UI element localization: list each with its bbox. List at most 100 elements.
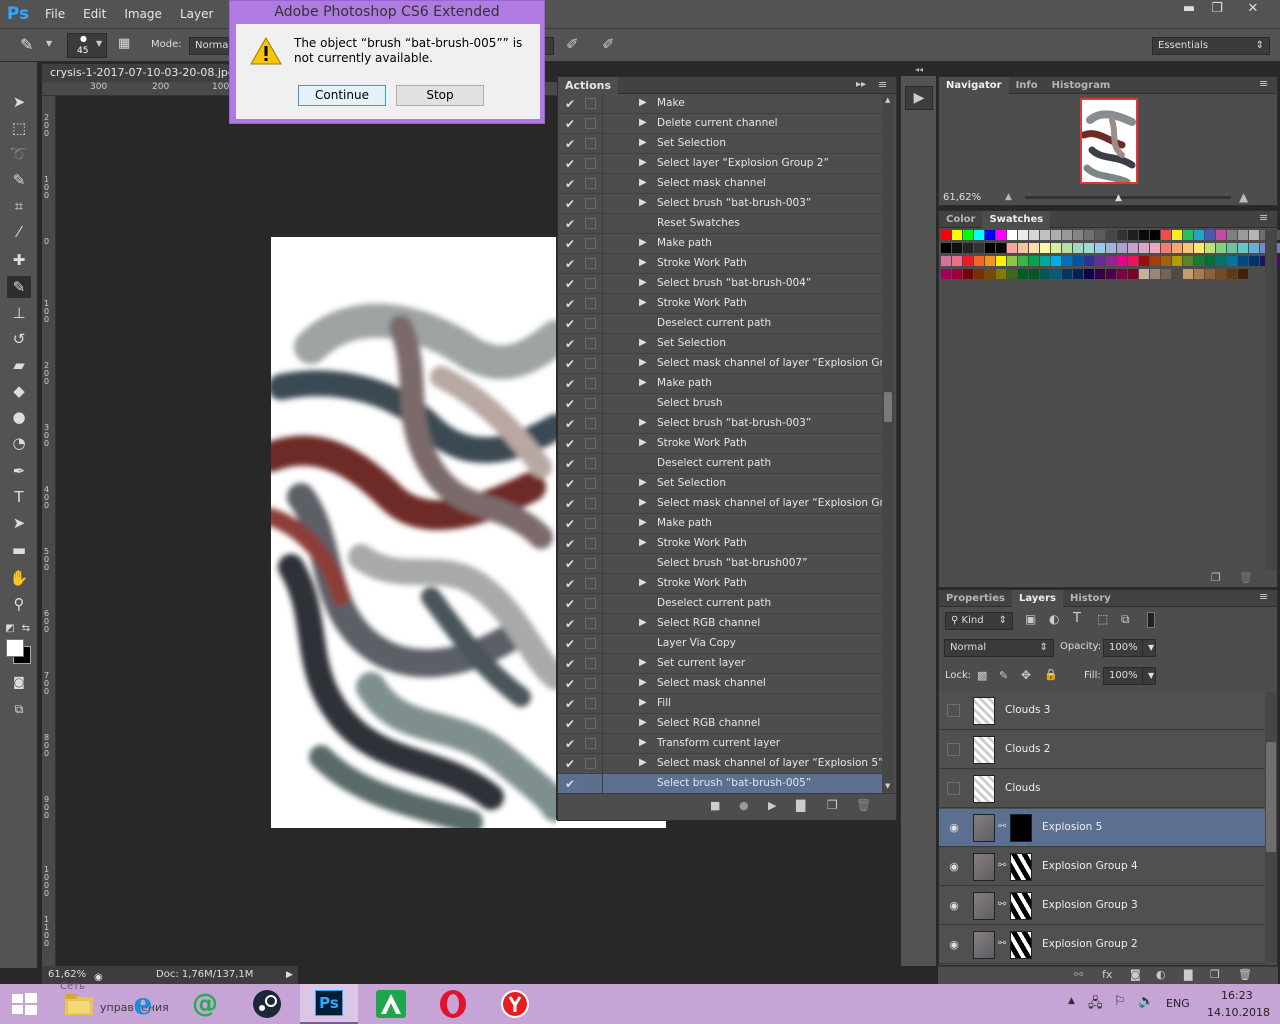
path-selection-tool-icon[interactable]: ➤ (7, 512, 31, 534)
lasso-tool-icon[interactable]: ➰ (7, 143, 31, 165)
language-indicator[interactable]: ENG (1166, 997, 1190, 1010)
expand-triangle-icon[interactable]: ▶ (639, 237, 647, 248)
toggle-item-checkmark-icon[interactable]: ✔ (565, 477, 575, 491)
color-swatch[interactable] (974, 230, 984, 240)
layer-thumbnail[interactable] (973, 697, 995, 725)
blur-tool-icon[interactable]: ● (7, 406, 31, 428)
action-center-flag-icon[interactable]: ⚐ (1114, 994, 1126, 1009)
color-swatch[interactable] (1238, 269, 1248, 279)
color-swatch[interactable] (1117, 256, 1127, 266)
toggle-item-checkmark-icon[interactable]: ✔ (565, 517, 575, 531)
color-swatch[interactable] (1227, 269, 1237, 279)
eye-icon[interactable]: ◉ (947, 899, 961, 912)
color-swatch[interactable] (1062, 256, 1072, 266)
navigator-preview[interactable] (1080, 98, 1138, 184)
steam-button[interactable] (238, 984, 296, 1024)
expand-triangle-icon[interactable]: ▶ (639, 517, 647, 528)
toggle-item-checkmark-icon[interactable]: ✔ (565, 377, 575, 391)
expand-triangle-icon[interactable]: ▶ (639, 137, 647, 148)
file-explorer-button[interactable] (50, 984, 108, 1024)
color-swatch[interactable] (974, 256, 984, 266)
add-mask-icon[interactable]: ◙ (1130, 968, 1141, 981)
color-swatch[interactable] (1106, 243, 1116, 253)
action-item[interactable]: ✔ ▶ Stroke Work Path (558, 254, 882, 274)
lock-all-icon[interactable]: 🔒 (1044, 668, 1058, 681)
eye-icon[interactable]: ◉ (947, 821, 961, 834)
visibility-toggle[interactable] (947, 704, 960, 717)
zoom-out-icon[interactable]: ▲ (1005, 192, 1012, 202)
toggle-item-checkmark-icon[interactable]: ✔ (565, 577, 575, 591)
dialog-toggle-checkbox[interactable] (585, 778, 596, 789)
healing-brush-tool-icon[interactable]: ✚ (7, 249, 31, 271)
color-swatch[interactable] (1040, 269, 1050, 279)
swap-colors-icon[interactable]: ⇆ (20, 618, 32, 640)
toggle-item-checkmark-icon[interactable]: ✔ (565, 637, 575, 651)
type-tool-icon[interactable]: T (7, 486, 31, 508)
action-item[interactable]: ✔ ▶ Select brush “bat-brush-003” (558, 194, 882, 214)
fill-dropdown-icon[interactable]: ▼ (1142, 667, 1156, 685)
color-swatch[interactable] (1216, 256, 1226, 266)
dialog-toggle-checkbox[interactable] (585, 598, 596, 609)
actions-scrollbar[interactable]: ▲ ▼ (882, 94, 894, 792)
action-item[interactable]: ✔ ▶ Select mask channel of layer “Explosio… (558, 494, 882, 514)
visibility-toggle[interactable] (947, 743, 960, 756)
visibility-toggle[interactable] (947, 782, 960, 795)
layer-thumbnail[interactable] (973, 814, 995, 842)
lock-position-icon[interactable]: ✥ (1021, 668, 1031, 682)
color-swatch[interactable] (941, 230, 951, 240)
color-swatch[interactable] (941, 256, 951, 266)
action-item[interactable]: ✔ Deselect current path (558, 594, 882, 614)
color-swatch[interactable] (1238, 230, 1248, 240)
color-swatch[interactable] (1194, 243, 1204, 253)
tool-preset-dropdown-icon[interactable]: ▼ (46, 39, 52, 48)
color-swatch[interactable] (974, 269, 984, 279)
lock-image-icon[interactable]: ✎ (999, 669, 1008, 682)
tab-color[interactable]: Color (939, 211, 982, 228)
expand-triangle-icon[interactable]: ▶ (639, 677, 647, 688)
menu-file[interactable]: File (36, 7, 74, 21)
dialog-toggle-checkbox[interactable] (585, 738, 596, 749)
color-swatch[interactable] (1095, 243, 1105, 253)
new-set-icon[interactable]: ▇ (796, 798, 805, 812)
expand-triangle-icon[interactable]: ▶ (639, 197, 647, 208)
color-swatch[interactable] (1095, 269, 1105, 279)
quick-mask-icon[interactable]: ◙ (7, 671, 31, 693)
action-item[interactable]: ✔ ▶ Set Selection (558, 134, 882, 154)
color-swatch[interactable] (1117, 269, 1127, 279)
foreground-color-swatch[interactable] (6, 639, 24, 657)
layer-thumbnail[interactable] (973, 892, 995, 920)
toggle-item-checkmark-icon[interactable]: ✔ (565, 197, 575, 211)
color-swatch[interactable] (1161, 230, 1171, 240)
dialog-toggle-checkbox[interactable] (585, 118, 596, 129)
close-window-button[interactable]: ✕ (1231, 0, 1275, 20)
screen-mode-icon[interactable]: ⧉ (7, 698, 31, 720)
new-layer-icon[interactable]: ❐ (1210, 968, 1220, 981)
opacity-dropdown-icon[interactable]: ▼ (1142, 639, 1156, 657)
color-swatch[interactable] (1095, 230, 1105, 240)
tab-actions[interactable]: Actions (558, 77, 618, 94)
color-swatch[interactable] (1106, 230, 1116, 240)
link-layers-icon[interactable]: ⚯ (1074, 968, 1083, 981)
color-swatch[interactable] (1062, 269, 1072, 279)
dialog-toggle-checkbox[interactable] (585, 458, 596, 469)
layer-thumbnail[interactable] (973, 853, 995, 881)
layer-row[interactable]: Clouds (939, 770, 1265, 808)
paint-bucket-tool-icon[interactable]: ◆ (7, 380, 31, 402)
color-swatch[interactable] (985, 269, 995, 279)
toggle-item-checkmark-icon[interactable]: ✔ (565, 137, 575, 151)
color-swatch[interactable] (1051, 230, 1061, 240)
action-item[interactable]: ✔ ▶ Set Selection (558, 474, 882, 494)
tab-properties[interactable]: Properties (939, 590, 1012, 607)
action-item[interactable]: ✔ Select brush “bat-brush007” (558, 554, 882, 574)
dialog-toggle-checkbox[interactable] (585, 718, 596, 729)
scroll-up-icon[interactable]: ▲ (885, 96, 890, 104)
expand-triangle-icon[interactable]: ▶ (639, 717, 647, 728)
status-menu-arrow-icon[interactable]: ▶ (286, 966, 293, 984)
panel-menu-icon[interactable]: ≡ (1259, 77, 1268, 90)
toggle-item-checkmark-icon[interactable]: ✔ (565, 617, 575, 631)
action-item[interactable]: ✔ ▶ Transform current layer (558, 734, 882, 754)
color-swatch[interactable] (1062, 230, 1072, 240)
action-item[interactable]: ✔ ▶ Stroke Work Path (558, 574, 882, 594)
dialog-toggle-checkbox[interactable] (585, 178, 596, 189)
color-swatch[interactable] (1106, 269, 1116, 279)
